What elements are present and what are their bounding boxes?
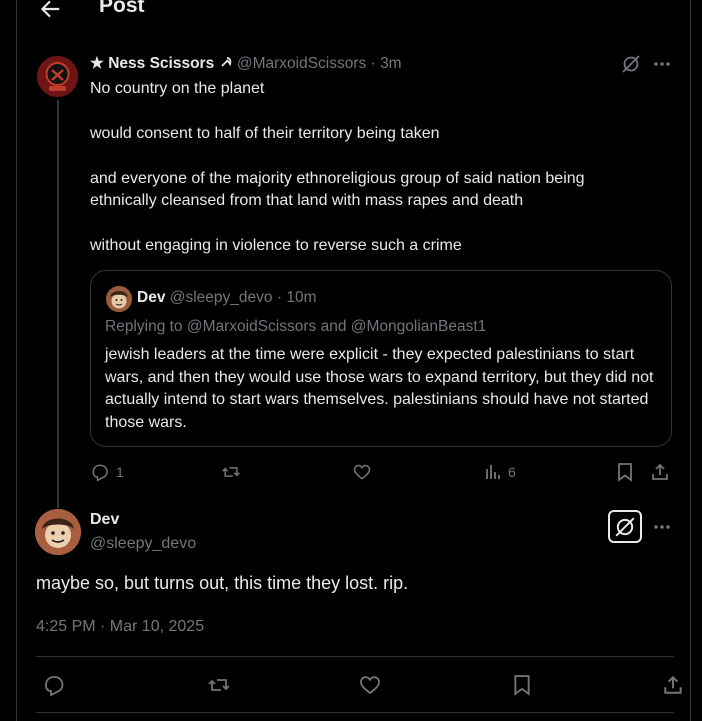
author-name[interactable]: Dev — [90, 511, 119, 529]
parent-action-bar: 1 6 — [90, 460, 680, 484]
replying-to: Replying to @MarxoidScissors and @Mongol… — [105, 318, 487, 335]
views-button[interactable]: 6 — [484, 460, 516, 484]
reply-button[interactable] — [42, 671, 66, 699]
tweet-paragraph: would consent to half of their territory… — [90, 125, 440, 142]
tweet-paragraph: and everyone of the majority ethnoreligi… — [90, 170, 585, 209]
arrow-left-icon — [40, 0, 60, 18]
separator: · — [370, 55, 376, 72]
share-button[interactable] — [650, 460, 670, 484]
hammer-sickle-icon — [220, 57, 231, 67]
heart-icon — [360, 676, 380, 695]
tweet-paragraph: No country on the planet — [90, 80, 265, 97]
parent-tweet-header: ★ Ness Scissors @MarxoidScissors · 3m — [90, 54, 402, 73]
divider — [36, 656, 674, 657]
more-icon — [654, 62, 670, 66]
share-icon — [664, 675, 682, 694]
timeline-column: Post ★ Ness Scissors @MarxoidScissors · … — [16, 0, 691, 721]
back-button[interactable] — [37, 0, 63, 22]
avatar — [106, 286, 132, 312]
grok-icon — [622, 55, 640, 73]
parent-tweet-text: No country on the planet would consent t… — [90, 78, 650, 280]
views-count: 6 — [508, 464, 516, 480]
post-time[interactable]: 3m — [380, 55, 402, 72]
reply-icon — [92, 464, 108, 482]
bookmark-icon — [514, 675, 530, 696]
divider — [36, 712, 674, 713]
repost-icon — [208, 679, 230, 691]
thread-line — [57, 100, 59, 508]
grok-icon — [615, 516, 635, 537]
quoted-tweet-card[interactable]: Dev @sleepy_devo · 10m Replying to @Marx… — [90, 270, 672, 447]
tweet-paragraph: without engaging in violence to reverse … — [90, 237, 462, 254]
separator: · — [276, 289, 283, 306]
grok-button[interactable] — [620, 53, 642, 75]
bookmark-button[interactable] — [512, 671, 532, 699]
bookmark-icon — [618, 463, 632, 482]
heart-icon — [353, 464, 371, 480]
quoted-tweet-header: Dev @sleepy_devo · 10m — [137, 289, 316, 307]
repost-icon — [222, 467, 240, 477]
share-icon — [652, 463, 668, 480]
main-action-bar — [36, 671, 682, 699]
like-button[interactable] — [352, 460, 372, 484]
avatar-face-icon — [106, 286, 132, 312]
repost-button[interactable] — [220, 460, 242, 484]
post-timestamp[interactable]: 4:25 PM · Mar 10, 2025 — [36, 618, 204, 636]
author-handle[interactable]: @MarxoidScissors — [237, 55, 366, 72]
more-options-button[interactable] — [650, 53, 674, 75]
avatar-emblem-icon — [37, 56, 78, 97]
quoted-author-handle: @sleepy_devo — [169, 289, 273, 306]
quoted-author-name: Dev — [137, 289, 166, 306]
bookmark-button[interactable] — [616, 460, 634, 484]
page-title: Post — [99, 0, 145, 17]
avatar[interactable] — [37, 56, 78, 97]
tweet-text: maybe so, but turns out, this time they … — [36, 573, 409, 593]
reply-button[interactable]: 1 — [90, 460, 124, 484]
more-options-button[interactable] — [650, 516, 674, 538]
author-handle[interactable]: @sleepy_devo — [90, 535, 196, 553]
like-button[interactable] — [358, 671, 382, 699]
avatar-face-icon — [35, 509, 81, 555]
more-icon — [654, 525, 670, 529]
quoted-tweet-text: jewish leaders at the time were explicit… — [105, 346, 654, 431]
repost-button[interactable] — [206, 671, 232, 699]
avatar[interactable] — [35, 509, 81, 555]
grok-button[interactable] — [608, 510, 642, 543]
views-chart-icon — [486, 465, 500, 479]
quoted-post-time: 10m — [286, 289, 317, 306]
reply-icon — [45, 676, 64, 697]
reply-count: 1 — [116, 464, 124, 480]
author-name[interactable]: ★ Ness Scissors — [90, 55, 214, 72]
header: Post — [17, 0, 690, 22]
share-button[interactable] — [662, 671, 684, 699]
